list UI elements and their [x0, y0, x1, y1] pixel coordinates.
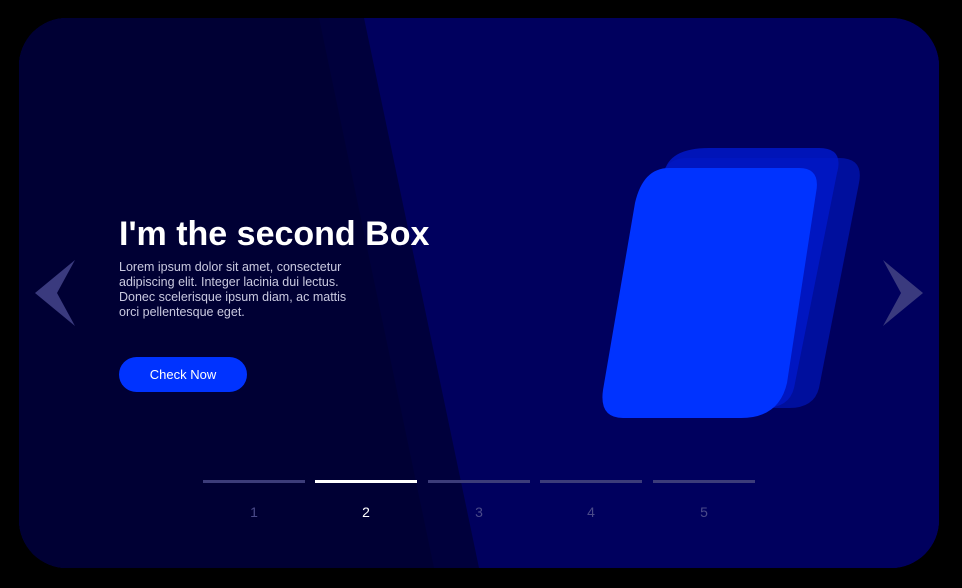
chevron-left-icon — [35, 260, 75, 326]
pagination-bar — [540, 480, 642, 483]
pagination-number: 5 — [700, 504, 708, 520]
pagination-bar — [428, 480, 530, 483]
pagination-number: 1 — [250, 504, 258, 520]
pagination-item-2[interactable]: 2 — [315, 478, 417, 520]
pagination-bar — [653, 480, 755, 483]
slide-content: I'm the second Box Lorem ipsum dolor sit… — [119, 214, 430, 392]
prev-slide-button[interactable] — [35, 260, 79, 326]
pagination-bar — [315, 480, 417, 483]
slide-description: Lorem ipsum dolor sit amet, consectetur … — [119, 260, 347, 319]
pagination-item-3[interactable]: 3 — [428, 478, 530, 520]
pagination-bar — [203, 480, 305, 483]
pagination-number: 4 — [587, 504, 595, 520]
pagination-item-4[interactable]: 4 — [540, 478, 642, 520]
check-now-button[interactable]: Check Now — [119, 357, 247, 392]
chevron-right-icon — [883, 260, 923, 326]
pagination-item-1[interactable]: 1 — [203, 478, 305, 520]
pagination-number: 3 — [475, 504, 483, 520]
slide-pagination: 1 2 3 4 5 — [203, 478, 755, 520]
pagination-item-5[interactable]: 5 — [653, 478, 755, 520]
next-slide-button[interactable] — [879, 260, 923, 326]
pagination-number: 2 — [362, 504, 370, 520]
hero-slider: I'm the second Box Lorem ipsum dolor sit… — [19, 18, 939, 568]
slide-title: I'm the second Box — [119, 215, 430, 253]
